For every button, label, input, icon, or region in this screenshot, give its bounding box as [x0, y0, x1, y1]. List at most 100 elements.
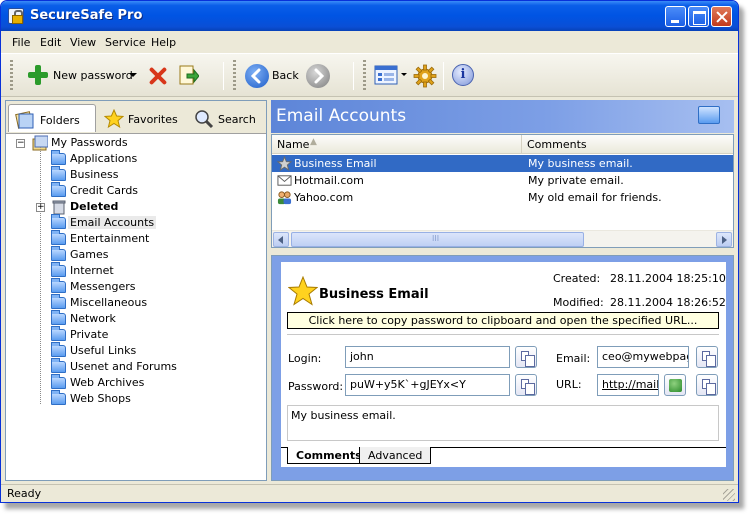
delete-icon[interactable] — [148, 66, 168, 86]
tab-search-label: Search — [218, 113, 256, 126]
tab-favorites[interactable]: Favorites — [98, 104, 188, 132]
menu-bar: File Edit View Service Help — [1, 32, 738, 52]
folders-icon — [15, 111, 34, 129]
menu-service[interactable]: Service — [105, 36, 146, 49]
toolbar-separator — [443, 62, 444, 90]
tree-node-label: Games — [70, 248, 109, 261]
chevron-right-icon — [722, 236, 727, 244]
url-field[interactable]: http://mail. — [597, 374, 659, 396]
views-icon[interactable] — [374, 65, 398, 85]
toolbar: New password Back i — [1, 53, 738, 97]
tree-node-label: Miscellaneous — [70, 296, 148, 309]
folder-icon — [51, 390, 66, 405]
window-title: SecureSafe Pro — [30, 8, 143, 23]
close-button[interactable] — [711, 6, 732, 27]
minimize-button[interactable] — [665, 6, 686, 27]
tree-node-label: Useful Links — [70, 344, 137, 357]
folder-icon — [51, 374, 66, 389]
menu-edit[interactable]: Edit — [40, 36, 61, 49]
collapse-root-icon[interactable]: − — [16, 139, 25, 148]
list-item-name: Business Email — [294, 157, 377, 170]
menu-file[interactable]: File — [12, 36, 30, 49]
tree-node-label: Email Accounts — [68, 216, 157, 229]
menu-help[interactable]: Help — [151, 36, 176, 49]
tree-node-label: Web Archives — [70, 376, 145, 389]
folder-icon — [51, 230, 66, 245]
tree-node-label: Business — [70, 168, 119, 181]
info-icon[interactable]: i — [452, 64, 474, 86]
scroll-thumb[interactable]: III — [291, 232, 584, 247]
folder-icon — [51, 342, 66, 357]
export-icon[interactable] — [179, 65, 199, 87]
list-item-comment: My business email. — [528, 157, 633, 170]
tree-node-label: Applications — [70, 152, 138, 165]
tree-node-label: Private — [70, 328, 109, 341]
scroll-right-button[interactable] — [716, 232, 732, 247]
plus-icon[interactable] — [28, 65, 48, 85]
copy-login-button[interactable] — [515, 346, 537, 368]
created-label: Created: — [553, 272, 601, 285]
app-lock-icon — [8, 8, 24, 24]
menu-view[interactable]: View — [70, 36, 96, 49]
folder-pane: Folders Favorites Search − My Passwords … — [5, 100, 267, 481]
comment-text[interactable]: My business email. — [287, 405, 719, 441]
back-button[interactable]: Back — [272, 69, 299, 82]
folder-icon — [51, 166, 66, 181]
tree-root-label: My Passwords — [51, 136, 128, 149]
title-bar[interactable]: SecureSafe Pro — [1, 1, 738, 31]
tab-advanced[interactable]: Advanced — [359, 447, 432, 464]
copy-icon — [521, 351, 535, 367]
copy-icon — [521, 379, 535, 395]
new-password-dropdown-icon[interactable] — [129, 73, 137, 77]
left-tab-strip: Folders Favorites Search — [6, 101, 266, 134]
panel-title: Email Accounts — [276, 106, 407, 126]
column-header-label: Comments — [527, 138, 587, 151]
copy-password-bar[interactable]: Click here to copy password to clipboard… — [287, 312, 719, 329]
thumb-grip-icon: III — [432, 234, 440, 243]
list-item[interactable]: Yahoo.com My old email for friends. — [272, 189, 733, 206]
resize-grip-icon[interactable] — [723, 489, 735, 501]
list-item[interactable]: Business Email My business email. — [272, 155, 733, 172]
folder-icon — [51, 294, 66, 309]
list-item[interactable]: Hotmail.com My private email. — [272, 172, 733, 189]
views-dropdown-icon[interactable] — [401, 73, 407, 76]
email-label: Email: — [556, 352, 591, 365]
copy-url-button[interactable] — [696, 374, 718, 396]
folder-icon — [51, 182, 66, 197]
back-arrow-icon[interactable] — [245, 64, 269, 88]
new-password-button[interactable]: New password — [53, 69, 133, 82]
password-field[interactable]: puW+y5K`+gJEYx<Y — [345, 374, 510, 396]
scroll-left-button[interactable] — [273, 232, 289, 247]
trash-icon — [52, 200, 66, 215]
folder-icon — [51, 326, 66, 341]
toolbar-grip[interactable] — [10, 60, 13, 92]
email-field[interactable]: ceo@mywebpage — [597, 346, 689, 368]
column-header-comments[interactable]: Comments — [522, 135, 733, 154]
tab-search[interactable]: Search — [190, 104, 264, 132]
maximize-button[interactable] — [688, 6, 709, 27]
copy-password-button[interactable] — [515, 374, 537, 396]
divider — [287, 334, 719, 335]
toolbar-grip[interactable] — [233, 60, 236, 92]
open-url-button[interactable] — [664, 374, 686, 396]
chevron-left-icon — [278, 236, 283, 244]
entry-list: Name ▲ Comments Business Email My busine… — [271, 134, 734, 248]
detail-tab-strip: Comments Advanced — [281, 447, 726, 467]
tree-node-label: Entertainment — [70, 232, 150, 245]
login-field[interactable]: john — [345, 346, 510, 368]
horizontal-scrollbar[interactable]: III — [272, 230, 733, 247]
expand-deleted-icon[interactable]: + — [36, 203, 45, 212]
star-icon — [104, 109, 124, 129]
toolbar-grip[interactable] — [363, 60, 366, 92]
column-header-name[interactable]: Name ▲ — [272, 135, 522, 154]
gear-icon[interactable] — [413, 64, 437, 88]
forward-arrow-icon[interactable] — [306, 64, 330, 88]
copy-icon — [702, 379, 716, 395]
tab-folders[interactable]: Folders — [8, 104, 96, 132]
tree-node-label: Network — [70, 312, 116, 325]
people-icon — [277, 191, 292, 205]
list-item-comment: My private email. — [528, 174, 624, 187]
login-label: Login: — [288, 352, 322, 365]
tree-node-label: Deleted — [70, 200, 119, 213]
copy-email-button[interactable] — [696, 346, 718, 368]
